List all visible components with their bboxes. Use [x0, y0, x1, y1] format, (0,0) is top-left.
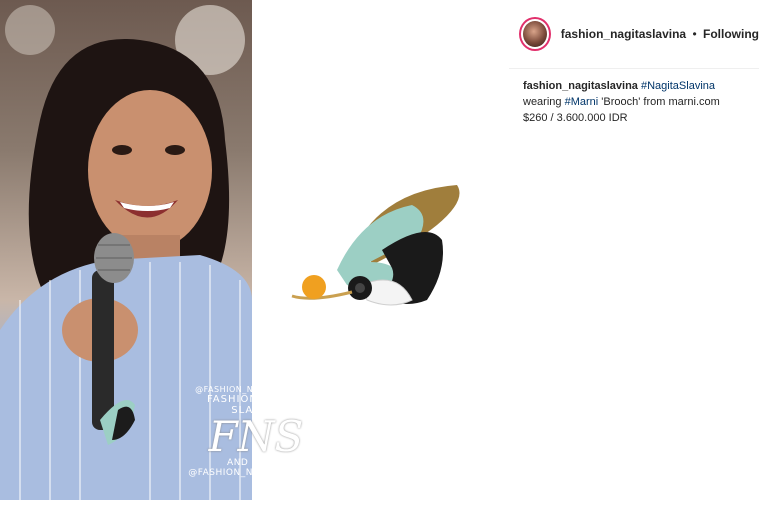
watermark-handle-bottom: @FASHION_NAGITASLAVINA [188, 468, 324, 478]
instagram-post: @FASHION_NAGITASLAVINA FASHION NAGITA SL… [0, 0, 759, 500]
caption-prefix: wearing [523, 96, 562, 108]
watermark-subtitle: AND FAMILY [227, 458, 285, 468]
header-user-row: fashion_nagitaslavina • Following [561, 27, 759, 41]
post-sidebar: fashion_nagitaslavina • Following fashio… [509, 0, 759, 500]
caption-suffix: 'Brooch' from marni.com [601, 96, 720, 108]
avatar-image [523, 21, 547, 47]
caption-price: $260 / 3.600.000 IDR [523, 112, 628, 124]
hashtag-marni[interactable]: #Marni [565, 96, 599, 108]
following-button[interactable]: Following [703, 27, 759, 41]
caption-line-1: fashion_nagitaslavina #NagitaSlavina [523, 78, 751, 94]
post-header: fashion_nagitaslavina • Following [509, 0, 759, 69]
caption-line-2: wearing #Marni 'Brooch' from marni.com [523, 94, 751, 110]
post-caption: fashion_nagitaslavina #NagitaSlavina wea… [523, 78, 751, 126]
watermark-logo: FNS [208, 412, 304, 461]
avatar[interactable] [519, 17, 551, 51]
watermark-handle-top: @FASHION_NAGITASLAVINA [195, 385, 317, 394]
caption-username[interactable]: fashion_nagitaslavina [523, 80, 638, 92]
separator-dot: • [692, 27, 697, 41]
watermark: @FASHION_NAGITASLAVINA FASHION NAGITA SL… [186, 385, 326, 478]
username-link[interactable]: fashion_nagitaslavina [561, 27, 686, 41]
hashtag-nagitaslavina[interactable]: #NagitaSlavina [641, 80, 715, 92]
